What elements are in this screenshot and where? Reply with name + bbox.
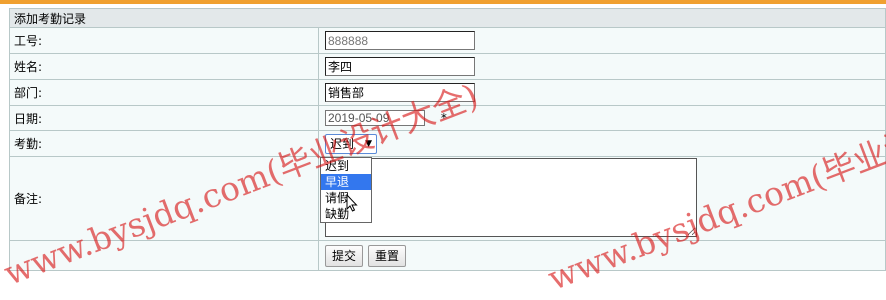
form-row-dept: 部门:	[9, 79, 886, 106]
attendance-label: 考勤:	[9, 130, 319, 157]
attendance-selected-value: 迟到	[330, 136, 355, 151]
mouse-pointer-icon	[346, 194, 358, 212]
id-label: 工号:	[9, 27, 319, 54]
chevron-down-icon: ▼	[365, 138, 372, 149]
remark-label: 备注:	[9, 156, 319, 241]
dept-label: 部门:	[9, 79, 319, 106]
attendance-form: 添加考勤记录 工号: 姓名: 部门: 日期: * 考勤: 迟到 ▼	[9, 8, 886, 271]
employee-id-input[interactable]	[325, 31, 475, 50]
remark-textarea[interactable]	[325, 157, 697, 237]
form-header-row: 添加考勤记录	[9, 8, 886, 28]
reset-button[interactable]: 重置	[368, 244, 407, 267]
attendance-option[interactable]: 迟到	[321, 158, 371, 174]
form-row-date: 日期: *	[9, 105, 886, 131]
top-accent-bar	[0, 0, 886, 4]
form-row-buttons: 提交 重置	[9, 240, 886, 271]
date-input[interactable]	[325, 110, 425, 126]
attendance-select[interactable]: 迟到 ▼	[325, 133, 377, 154]
attendance-dropdown-list: 迟到 早退 请假 缺勤	[320, 157, 372, 223]
name-input[interactable]	[325, 57, 475, 76]
required-mark: *	[440, 111, 447, 125]
department-input[interactable]	[325, 83, 475, 102]
attendance-option-highlighted[interactable]: 早退	[321, 174, 371, 190]
name-label: 姓名:	[9, 53, 319, 80]
form-row-name: 姓名:	[9, 53, 886, 80]
form-row-remark: 备注:	[9, 156, 886, 241]
form-row-id: 工号:	[9, 27, 886, 54]
submit-button[interactable]: 提交	[325, 244, 364, 267]
form-row-attendance: 考勤: 迟到 ▼	[9, 130, 886, 157]
form-title: 添加考勤记录	[9, 8, 886, 28]
date-label: 日期:	[9, 105, 319, 131]
